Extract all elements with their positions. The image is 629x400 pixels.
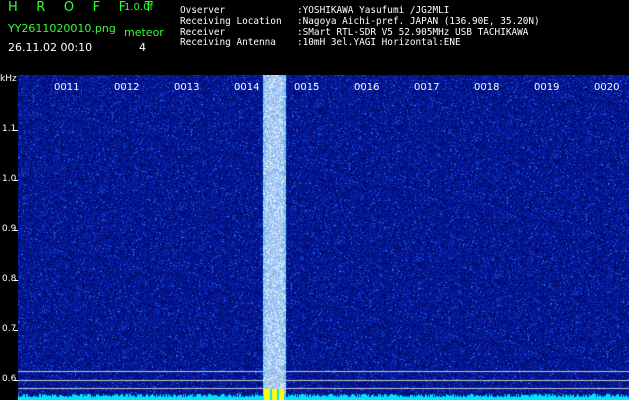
antenna-row: Receiving Antenna :10mH 3el.YAGI Horizon… [180, 38, 540, 49]
spectrogram-canvas [18, 75, 629, 400]
station-info: Ovserver :YOSHIKAWA Yasufumi /JG2MLI Rec… [180, 5, 540, 49]
y-axis: kHz 1.1 1.0 0.9 0.8 0.7 0.6 [0, 74, 18, 400]
y-tick-label: 0.6 [2, 374, 17, 384]
y-tick-label: 0.7 [2, 324, 17, 334]
meteor-count: 4 [139, 41, 146, 54]
antenna-value: :10mH 3el.YAGI Horizontal:ENE [297, 37, 461, 49]
location-value: :Nagoya Aichi-pref. JAPAN (136.90E, 35.2… [297, 15, 540, 27]
x-tick-label: 0014 [234, 82, 260, 93]
y-tick-label: 0.8 [2, 274, 17, 284]
y-axis-unit: kHz [0, 74, 17, 84]
x-tick-label: 0016 [354, 82, 380, 93]
antenna-key: Receiving Antenna [180, 37, 276, 49]
y-tick-label: 1.1 [2, 124, 17, 134]
x-tick-label: 0018 [474, 82, 500, 93]
x-tick-label: 0013 [174, 82, 200, 93]
x-tick-label: 0012 [114, 82, 140, 93]
x-tick-label: 0019 [534, 82, 560, 93]
x-tick-label: 0017 [414, 82, 440, 93]
y-tick-label: 1.0 [2, 174, 17, 184]
header: H R O F F T 1.0.0f YY2611020010.png 26.1… [0, 0, 629, 75]
app-version: 1.0.0f [124, 2, 153, 13]
observation-datetime: 26.11.02 00:10 [8, 41, 93, 54]
location-key: Receiving Location [180, 15, 282, 27]
y-tick-label: 0.9 [2, 224, 17, 234]
meteor-label: meteor [124, 26, 164, 39]
x-tick-label: 0015 [294, 82, 320, 93]
x-tick-label: 0020 [594, 82, 620, 93]
image-filename: YY2611020010.png [8, 22, 116, 35]
location-row: Receiving Location :Nagoya Aichi-pref. J… [180, 15, 540, 28]
x-tick-label: 0011 [54, 82, 80, 93]
spectrogram-panel [18, 75, 629, 400]
